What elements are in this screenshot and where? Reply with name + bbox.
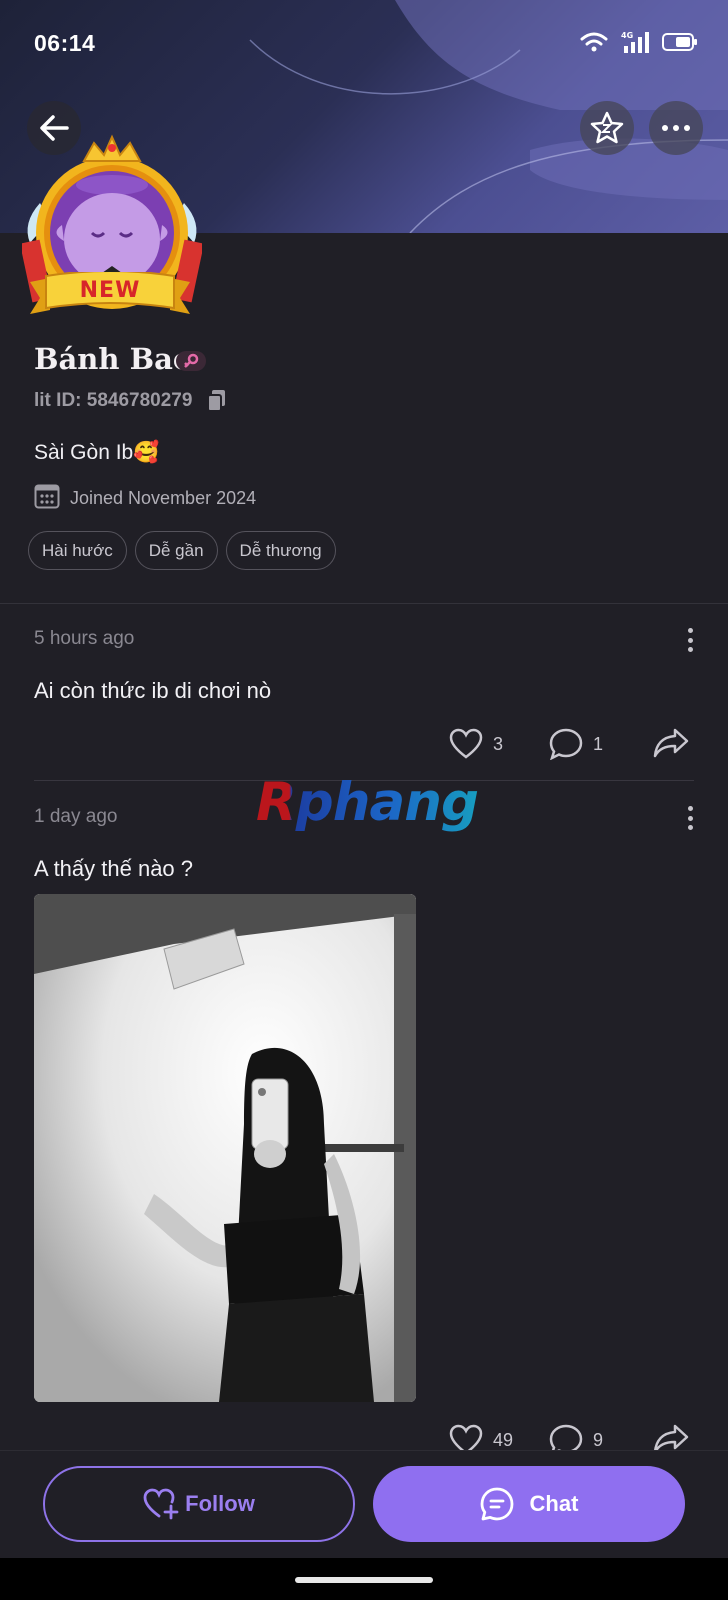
heart-plus-icon bbox=[143, 1488, 179, 1520]
heart-icon bbox=[449, 728, 483, 759]
joined-date: Joined November 2024 bbox=[70, 488, 257, 508]
calendar-icon bbox=[34, 483, 60, 514]
like-count: 49 bbox=[493, 1429, 514, 1450]
new-badge-label: NEW bbox=[79, 278, 141, 303]
lit-id: lit ID: 5846780279 bbox=[34, 390, 193, 411]
chat-button[interactable]: Chat bbox=[373, 1466, 685, 1542]
comment-icon bbox=[549, 728, 583, 760]
follow-label: Follow bbox=[185, 1491, 255, 1516]
tag-chip: Dễ thương bbox=[225, 531, 336, 570]
profile-name: Bánh Bao bbox=[34, 342, 193, 376]
post-time: 5 hours ago bbox=[34, 628, 135, 649]
comment-button[interactable]: 1 bbox=[549, 728, 603, 760]
like-button[interactable]: 3 bbox=[449, 728, 503, 760]
follow-button[interactable]: Follow bbox=[43, 1466, 355, 1542]
share-icon bbox=[653, 728, 689, 758]
star-z-icon bbox=[590, 111, 624, 144]
wifi-icon bbox=[580, 31, 608, 53]
joined-row: Joined November 2024 bbox=[34, 483, 256, 514]
comment-count: 1 bbox=[593, 733, 604, 754]
copy-icon[interactable] bbox=[207, 390, 226, 417]
status-icons: 4G bbox=[580, 30, 698, 54]
network-type-label: 4G bbox=[621, 31, 633, 40]
signal-icon: 4G bbox=[620, 30, 650, 54]
post-time: 1 day ago bbox=[34, 806, 118, 827]
post-text: A thấy thế nào ? bbox=[34, 856, 194, 881]
post-text: Ai còn thức ib di chơi nò bbox=[34, 678, 272, 703]
favorite-button[interactable] bbox=[580, 101, 634, 155]
comment-count: 9 bbox=[593, 1429, 604, 1450]
chat-icon bbox=[480, 1487, 513, 1521]
profile-bio: Sài Gòn Ib🥰 bbox=[34, 441, 160, 464]
profile-tags: Hài hước Dễ gần Dễ thương bbox=[28, 531, 336, 570]
share-button[interactable] bbox=[653, 728, 689, 758]
section-divider bbox=[0, 603, 728, 604]
post-more-button[interactable] bbox=[680, 806, 700, 830]
post-more-button[interactable] bbox=[680, 628, 700, 652]
tag-chip: Hài hước bbox=[28, 531, 127, 570]
female-gender-icon bbox=[176, 351, 206, 371]
home-indicator[interactable] bbox=[295, 1577, 433, 1583]
chat-label: Chat bbox=[529, 1491, 579, 1516]
like-count: 3 bbox=[493, 733, 504, 754]
status-time: 06:14 bbox=[34, 30, 96, 56]
post-photo[interactable] bbox=[34, 894, 416, 1402]
tag-chip: Dễ gần bbox=[134, 531, 218, 570]
more-options-button[interactable] bbox=[649, 101, 703, 155]
battery-icon bbox=[662, 32, 698, 52]
ellipsis-icon bbox=[662, 125, 690, 131]
watermark-logo: Rphang bbox=[256, 772, 479, 833]
status-bar: 06:14 4G bbox=[0, 0, 728, 90]
